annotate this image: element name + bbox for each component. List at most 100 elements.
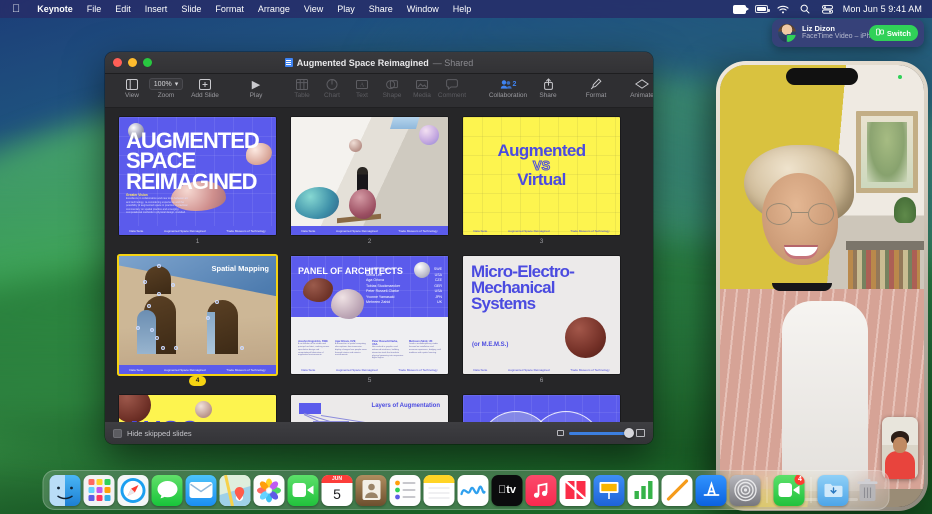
slide-thumbnail-4[interactable]: Spatial Mapping Data Suite Augmented Spa…	[119, 256, 276, 386]
dock-item-app-store[interactable]	[696, 475, 727, 506]
menu-item-keynote[interactable]: Keynote	[30, 4, 80, 14]
footer-left: Data Suite	[473, 368, 487, 372]
control-center-icon[interactable]	[821, 4, 834, 15]
zoom-dropdown[interactable]: 100% ▾	[149, 78, 183, 90]
slider-knob[interactable]	[624, 428, 634, 438]
dock-item-news[interactable]	[560, 475, 591, 506]
dock-item-launchpad[interactable]	[84, 475, 115, 506]
dock-item-reminders[interactable]	[390, 475, 421, 506]
slide-canvas-6[interactable]: Micro-Electro-Mechanical Systems (or M.E…	[463, 256, 620, 374]
bio-column: Mehreen Zahid, UKLeads a multidisciplina…	[409, 340, 441, 360]
shape-icon	[386, 77, 398, 91]
dock-item-system-settings[interactable]	[730, 475, 761, 506]
switch-device-icon	[876, 28, 884, 38]
search-icon[interactable]	[799, 4, 812, 15]
menu-item-window[interactable]: Window	[400, 4, 446, 14]
mapping-point	[206, 316, 210, 320]
slide-navigator[interactable]: AUGMENTED SPACE REIMAGINED Greater Visio…	[105, 108, 653, 422]
toolbar-zoom-control[interactable]: 100% ▾ Zoom	[147, 77, 185, 99]
toolbar-table-button[interactable]: Table	[287, 77, 317, 99]
dock-item-photos[interactable]	[254, 475, 285, 506]
dock-item-numbers[interactable]	[628, 475, 659, 506]
menu-item-help[interactable]: Help	[446, 4, 479, 14]
slide-canvas-7[interactable]: AUGO	[119, 395, 276, 422]
slide-canvas-8[interactable]: Layers of Augmentation	[291, 395, 448, 422]
toolbar-media-button[interactable]: Media	[407, 77, 437, 99]
toolbar-collaboration-button[interactable]: 2 Collaboration	[483, 77, 533, 99]
slide-thumbnail-3[interactable]: Augmented VS Virtual Data Suite Augmente…	[463, 117, 620, 247]
menu-item-format[interactable]: Format	[208, 4, 251, 14]
menu-item-view[interactable]: View	[297, 4, 330, 14]
slide-thumbnail-7[interactable]: AUGO	[119, 395, 276, 422]
screen-share-icon[interactable]	[733, 4, 746, 15]
apple-logo-icon[interactable]: 	[12, 4, 20, 15]
large-thumbnail-icon[interactable]	[636, 429, 645, 437]
dock-item-notes[interactable]	[424, 475, 455, 506]
dock-item-facetime[interactable]	[288, 475, 319, 506]
menu-item-file[interactable]: File	[80, 4, 109, 14]
dock-item-trash[interactable]	[852, 475, 883, 506]
slide-canvas-4[interactable]: Spatial Mapping Data Suite Augmented Spa…	[119, 256, 276, 374]
dock-item-maps[interactable]	[220, 475, 251, 506]
highlight-box	[299, 403, 321, 414]
toolbar-format-button[interactable]: Format	[579, 77, 613, 99]
slide-thumbnail-6[interactable]: Micro-Electro-Mechanical Systems (or M.E…	[463, 256, 620, 386]
wifi-icon[interactable]	[777, 4, 790, 15]
small-thumbnail-icon[interactable]	[557, 430, 564, 436]
dock-item-freeform[interactable]	[458, 475, 489, 506]
slide-thumbnail-8[interactable]: Layers of Augmentation	[291, 395, 448, 422]
toolbar-add-slide-button[interactable]: Add Slide	[185, 77, 225, 99]
hide-skipped-slides-checkbox[interactable]: Hide skipped slides	[113, 429, 192, 438]
dock-item-finder[interactable]	[50, 475, 81, 506]
toolbar-share-button[interactable]: Share	[533, 77, 563, 99]
slide-canvas-2[interactable]: Data Suite Augmented Space Reimagined Tr…	[291, 117, 448, 235]
slider-track[interactable]	[569, 432, 631, 435]
toolbar-animate-button[interactable]: Animate	[627, 77, 653, 99]
toolbar-shape-button[interactable]: Shape	[377, 77, 407, 99]
decor-blob	[349, 189, 376, 219]
toolbar-view-button[interactable]: View	[117, 77, 147, 99]
thumbnail-size-slider[interactable]	[557, 429, 645, 437]
slide-canvas-1[interactable]: AUGMENTED SPACE REIMAGINED Greater Visio…	[119, 117, 276, 235]
menu-item-edit[interactable]: Edit	[108, 4, 138, 14]
dock-item-messages[interactable]	[152, 475, 183, 506]
slide-canvas-9[interactable]: PHYSICAL AUGMENTED VIRTUAL	[463, 395, 620, 422]
dock-item-keynote[interactable]	[594, 475, 625, 506]
iphone-screen[interactable]	[720, 65, 924, 507]
facetime-handoff-notification[interactable]: Liz Dizon FaceTime Video – iPhone › Swit…	[772, 19, 924, 47]
slide-thumbnail-1[interactable]: AUGMENTED SPACE REIMAGINED Greater Visio…	[119, 117, 276, 247]
facetime-self-view[interactable]	[882, 417, 918, 479]
shared-label: — Shared	[433, 58, 474, 68]
switch-button[interactable]: Switch	[869, 25, 918, 41]
dock-item-facetime-call[interactable]: 4	[774, 475, 805, 506]
dock-item-safari[interactable]	[118, 475, 149, 506]
toolbar-play-button[interactable]: ▶ Play	[241, 77, 271, 99]
slide-canvas-3[interactable]: Augmented VS Virtual Data Suite Augmente…	[463, 117, 620, 235]
toolbar-chart-button[interactable]: Chart	[317, 77, 347, 99]
keynote-titlebar[interactable]: Augmented Space Reimagined — Shared	[105, 52, 653, 74]
toolbar-text-button[interactable]: A Text	[347, 77, 377, 99]
slide-thumbnail-2[interactable]: Data Suite Augmented Space Reimagined Tr…	[291, 117, 448, 247]
slide-thumbnail-9[interactable]: PHYSICAL AUGMENTED VIRTUAL	[463, 395, 620, 422]
bio-body: A researcher in spatial computing who ex…	[335, 343, 367, 357]
dock-item-downloads[interactable]	[818, 475, 849, 506]
format-brush-icon	[590, 77, 602, 91]
dock-item-pages[interactable]	[662, 475, 693, 506]
dock-item-music[interactable]	[526, 475, 557, 506]
menu-item-insert[interactable]: Insert	[138, 4, 175, 14]
slide-title: AUGO	[125, 415, 199, 422]
slide-canvas-5[interactable]: PANEL OF ARCHITECTS Jocelyn EngströmSWE …	[291, 256, 448, 374]
dock-item-contacts[interactable]	[356, 475, 387, 506]
menu-item-slide[interactable]: Slide	[174, 4, 208, 14]
battery-icon[interactable]	[755, 4, 768, 15]
menu-bar-clock[interactable]: Mon Jun 5 9:41 AM	[843, 4, 922, 14]
menu-item-arrange[interactable]: Arrange	[251, 4, 297, 14]
menu-item-play[interactable]: Play	[330, 4, 362, 14]
menu-item-share[interactable]: Share	[362, 4, 400, 14]
dock-item-calendar[interactable]: JUN 5	[322, 475, 353, 506]
dock-item-apple-tv[interactable]: tv	[492, 475, 523, 506]
toolbar-comment-button[interactable]: Comment	[437, 77, 467, 99]
checkbox-box[interactable]	[113, 429, 122, 438]
dock-item-mail[interactable]	[186, 475, 217, 506]
slide-thumbnail-5[interactable]: PANEL OF ARCHITECTS Jocelyn EngströmSWE …	[291, 256, 448, 386]
